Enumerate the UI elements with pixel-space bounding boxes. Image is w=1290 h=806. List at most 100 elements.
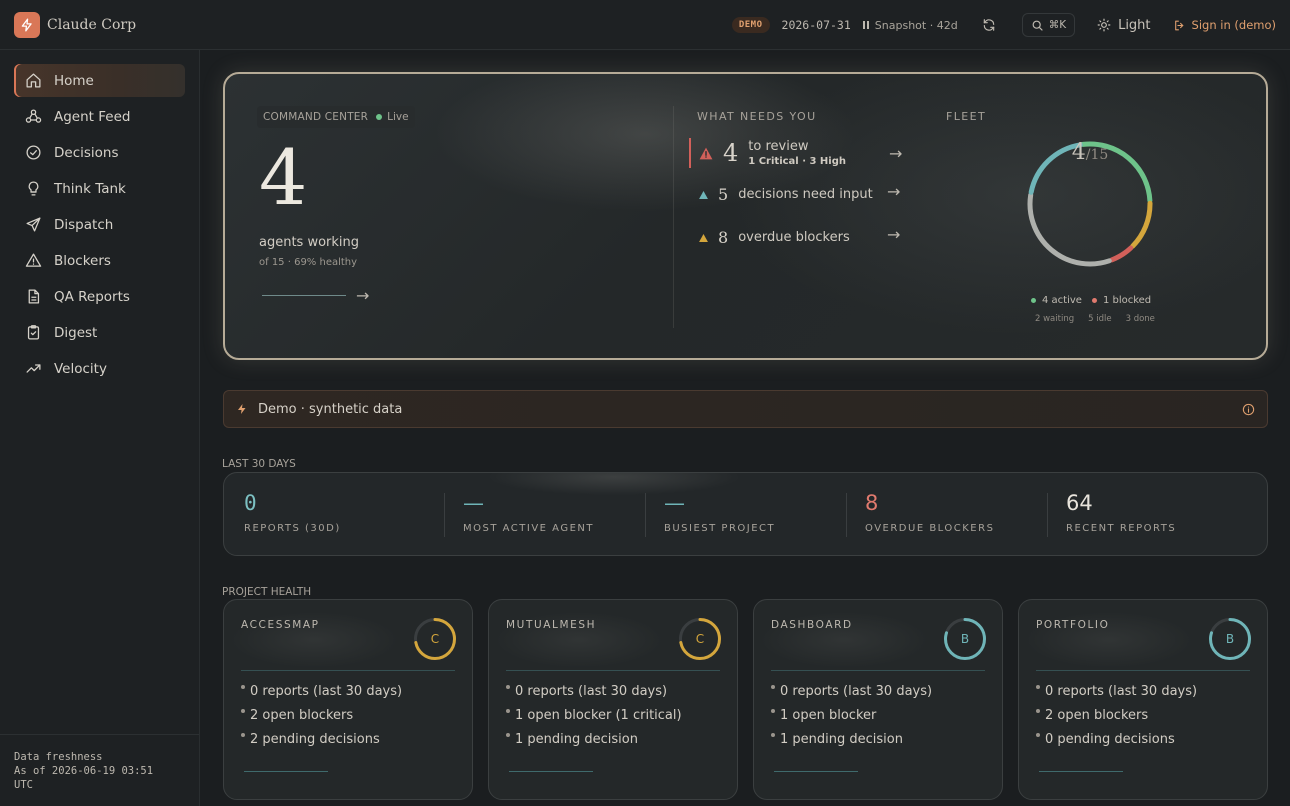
- project-grade: C: [695, 632, 705, 646]
- pause-icon[interactable]: [862, 21, 869, 29]
- sidebar-item-label: Velocity: [54, 360, 107, 377]
- critical-warning-icon: [699, 147, 713, 159]
- refresh-icon: [983, 19, 994, 31]
- last-30-days-stats: 0 REPORTS (30D) — MOST ACTIVE AGENT — BU…: [223, 472, 1268, 556]
- review-arrow-link[interactable]: →: [889, 144, 902, 163]
- stat-divider: [444, 493, 445, 537]
- sidebar-item-dispatch[interactable]: Dispatch: [14, 208, 185, 241]
- stat-divider: [1047, 493, 1048, 537]
- sidebar-item-agent-feed[interactable]: Agent Feed: [14, 100, 185, 133]
- project-metrics: 0 reports (last 30 days) 2 open blockers…: [1036, 684, 1197, 756]
- legend-idle: 5 idle: [1088, 314, 1112, 324]
- card-progress-line: [774, 771, 858, 772]
- sidebar-item-label: Home: [54, 72, 94, 89]
- sign-in-button[interactable]: Sign in (demo): [1173, 18, 1276, 32]
- fleet-segment-waiting: [1130, 200, 1153, 249]
- lightbulb-icon: [28, 181, 39, 196]
- sidebar-item-qa-reports[interactable]: QA Reports: [14, 280, 185, 313]
- decisions-arrow-link[interactable]: →: [887, 182, 900, 201]
- project-metrics: 0 reports (last 30 days) 1 open blocker …: [771, 684, 932, 756]
- live-label: Live: [387, 111, 409, 123]
- home-icon: [26, 73, 41, 88]
- blocker-triangle-icon: [699, 233, 708, 242]
- trending-up-icon: [26, 364, 41, 373]
- fleet-ring: 4/15: [1022, 136, 1158, 272]
- agents-arrow-link[interactable]: →: [356, 286, 369, 305]
- project-card-portfolio[interactable]: PORTFOLIO B 0 reports (last 30 days) 2 o…: [1018, 599, 1268, 800]
- legend-waiting: 2 waiting: [1035, 314, 1075, 324]
- project-card-mutualmesh[interactable]: MUTUALMESH C 0 reports (last 30 days) 1 …: [488, 599, 738, 800]
- stat-divider: [846, 493, 847, 537]
- what-needs-you-title: WHAT NEEDS YOU: [697, 110, 817, 123]
- stat-label: RECENT REPORTS: [1066, 523, 1177, 534]
- list-item: 1 pending decision: [771, 732, 932, 756]
- review-severity: 1 Critical · 3 High: [748, 156, 847, 167]
- agents-health-summary: of 15 · 69% healthy: [259, 257, 358, 268]
- sidebar-item-velocity[interactable]: Velocity: [14, 352, 185, 385]
- list-item: 2 pending decisions: [241, 732, 402, 756]
- snapshot-date: 2026-07-31: [781, 18, 851, 32]
- stat-divider: [645, 493, 646, 537]
- blocked-dot-icon: [1091, 298, 1097, 303]
- card-progress-line: [244, 771, 328, 772]
- list-item: 0 reports (last 30 days): [771, 684, 932, 708]
- warning-icon: [25, 253, 42, 267]
- stat-value: —: [463, 491, 484, 515]
- project-card-dashboard[interactable]: DASHBOARD B 0 reports (last 30 days) 1 o…: [753, 599, 1003, 800]
- sign-in-label: Sign in (demo): [1191, 18, 1276, 32]
- data-freshness: Data freshness As of 2026-06-19 03:51 UT…: [0, 734, 199, 806]
- sidebar-item-blockers[interactable]: Blockers: [14, 244, 185, 277]
- card-progress-line: [1039, 771, 1123, 772]
- decisions-need-input-row[interactable]: 5 decisions need input →: [689, 182, 909, 204]
- sidebar-item-label: Agent Feed: [54, 108, 131, 125]
- active-dot-icon: [1031, 298, 1036, 303]
- project-grade: B: [960, 632, 970, 646]
- project-name: ACCESSMAP: [241, 619, 320, 631]
- search-button[interactable]: ⌘K: [1021, 13, 1076, 37]
- agents-working-count: 4: [259, 133, 308, 222]
- sidebar-item-digest[interactable]: Digest: [14, 316, 185, 349]
- project-health-label: PROJECT HEALTH: [222, 586, 312, 598]
- stat-value: 8: [865, 491, 879, 515]
- sidebar-item-label: Think Tank: [54, 180, 126, 197]
- overdue-blockers-row[interactable]: 8 overdue blockers →: [689, 225, 909, 247]
- legend-done: 3 done: [1125, 314, 1155, 324]
- fleet-legend-secondary: 2 waiting 5 idle 3 done: [1035, 314, 1155, 324]
- card-separator: [506, 670, 720, 671]
- fleet-segment-blocked: [1109, 245, 1134, 263]
- stat-label: BUSIEST PROJECT: [664, 523, 776, 534]
- theme-toggle-button[interactable]: Light: [1097, 18, 1151, 33]
- info-icon[interactable]: [1242, 403, 1255, 416]
- stat-label: REPORTS (30D): [244, 523, 341, 534]
- project-name: DASHBOARD: [771, 619, 853, 631]
- sidebar-item-decisions[interactable]: Decisions: [14, 136, 185, 169]
- card-separator: [771, 670, 985, 671]
- project-metrics: 0 reports (last 30 days) 1 open blocker …: [506, 684, 682, 756]
- sidebar-item-label: Decisions: [54, 144, 119, 161]
- blockers-count: 8: [718, 228, 729, 247]
- demo-banner: Demo · synthetic data: [223, 390, 1268, 428]
- project-card-accessmap[interactable]: ACCESSMAP C 0 reports (last 30 days) 2 o…: [223, 599, 473, 800]
- bolt-logo-icon: [14, 11, 40, 38]
- sidebar-item-home[interactable]: Home: [14, 64, 185, 97]
- project-grade: B: [1225, 632, 1235, 646]
- list-item: 2 open blockers: [241, 708, 402, 732]
- demo-badge: DEMO: [731, 17, 770, 33]
- panel-divider: [673, 106, 674, 328]
- needs-review-row[interactable]: 4 to review 1 Critical · 3 High →: [689, 138, 909, 168]
- refresh-button[interactable]: [980, 16, 998, 34]
- fleet-title: FLEET: [946, 110, 987, 123]
- list-item: 1 pending decision: [506, 732, 682, 756]
- sidebar-item-label: Digest: [54, 324, 98, 341]
- brand[interactable]: Claude Corp: [14, 11, 136, 38]
- demo-banner-text: Demo · synthetic data: [258, 401, 403, 417]
- project-grade: C: [430, 632, 440, 646]
- blockers-arrow-link[interactable]: →: [887, 225, 900, 244]
- freshness-timestamp: As of 2026-06-19 03:51: [14, 765, 154, 777]
- card-separator: [1036, 670, 1250, 671]
- card-separator: [241, 670, 455, 671]
- sidebar-item-think-tank[interactable]: Think Tank: [14, 172, 185, 205]
- stat-label: MOST ACTIVE AGENT: [463, 523, 594, 534]
- search-icon: [1032, 20, 1043, 31]
- command-center-panel: COMMAND CENTER Live 4 agents working of …: [223, 72, 1268, 360]
